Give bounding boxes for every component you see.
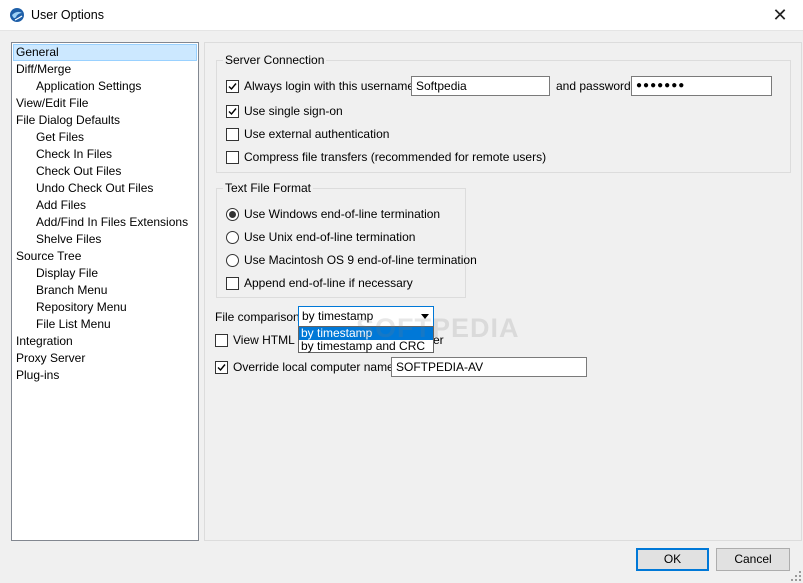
dropdown-option[interactable]: by timestamp and CRC (299, 340, 433, 353)
nav-item[interactable]: Diff/Merge (16, 61, 71, 78)
nav-item[interactable]: Check In Files (36, 146, 112, 163)
mac-eol-label: Use Macintosh OS 9 end-of-line terminati… (244, 253, 477, 267)
nav-item[interactable]: Shelve Files (36, 231, 101, 248)
nav-item[interactable]: Display File (36, 265, 98, 282)
single-signon-label: Use single sign-on (244, 104, 343, 118)
nav-item[interactable]: Repository Menu (36, 299, 127, 316)
text-file-format-group: Text File Format Use Windows end-of-line… (216, 180, 477, 298)
checkmark-icon (217, 364, 226, 372)
nav-item[interactable]: Check Out Files (36, 163, 121, 180)
nav-item[interactable]: Add/Find In Files Extensions (36, 214, 188, 231)
always-login-checkbox[interactable] (226, 80, 239, 93)
unix-eol-label: Use Unix end-of-line termination (244, 230, 416, 244)
ok-button[interactable]: OK (636, 548, 709, 571)
compress-transfers-label: Compress file transfers (recommended for… (244, 150, 547, 164)
windows-eol-radio[interactable] (226, 208, 239, 221)
nav-item[interactable]: Add Files (36, 197, 86, 214)
nav-item[interactable]: Undo Check Out Files (36, 180, 153, 197)
server-connection-title: Server Connection (223, 52, 327, 68)
close-icon: ✕ (772, 4, 788, 26)
file-comparison-dropdown[interactable]: by timestamp by timestamp and CRC (298, 326, 434, 353)
override-name-label: Override local computer name: (233, 360, 398, 374)
compress-transfers-checkbox[interactable] (226, 151, 239, 164)
nav-item[interactable]: Integration (16, 333, 73, 350)
server-connection-group: Server Connection Always login with this… (216, 52, 791, 173)
nav-item[interactable]: File List Menu (36, 316, 111, 333)
nav-item[interactable]: Application Settings (36, 78, 141, 95)
nav-item[interactable]: File Dialog Defaults (16, 112, 120, 129)
mac-eol-radio[interactable] (226, 254, 239, 267)
append-eol-checkbox[interactable] (226, 277, 239, 290)
checkmark-icon (228, 83, 237, 91)
override-name-checkbox[interactable] (215, 361, 228, 374)
nav-item[interactable]: Get Files (36, 129, 84, 146)
username-field[interactable]: Softpedia (411, 76, 550, 96)
resize-grip-icon[interactable] (791, 571, 801, 581)
file-comparison-selected: by timestamp (302, 309, 374, 323)
cancel-button[interactable]: Cancel (716, 548, 790, 571)
close-button[interactable]: ✕ (757, 0, 803, 31)
file-comparison-label: File comparison: (215, 310, 304, 324)
window-title: User Options (31, 8, 104, 22)
external-auth-label: Use external authentication (244, 127, 390, 141)
nav-item[interactable]: Source Tree (16, 248, 81, 265)
append-eol-label: Append end-of-line if necessary (244, 276, 413, 290)
chevron-down-icon (421, 314, 429, 319)
text-file-format-title: Text File Format (223, 180, 314, 196)
password-field[interactable]: ●●●●●●● (631, 76, 772, 96)
always-login-label: Always login with this username: (244, 79, 418, 93)
unix-eol-radio[interactable] (226, 231, 239, 244)
general-options-panel: Server Connection Always login with this… (204, 42, 802, 541)
nav-item[interactable]: Plug-ins (16, 367, 59, 384)
nav-item[interactable]: General (13, 44, 197, 61)
windows-eol-label: Use Windows end-of-line termination (244, 207, 441, 221)
single-signon-checkbox[interactable] (226, 105, 239, 118)
checkmark-icon (228, 108, 237, 116)
nav-item[interactable]: View/Edit File (16, 95, 88, 112)
computer-name-field[interactable]: SOFTPEDIA-AV (391, 357, 587, 377)
password-label: and password: (556, 79, 635, 93)
app-globe-icon (10, 8, 24, 22)
view-html-label-end: er (433, 333, 444, 347)
title-bar: User Options ✕ (0, 0, 803, 31)
nav-item[interactable]: Branch Menu (36, 282, 107, 299)
file-comparison-select[interactable]: by timestamp (298, 306, 434, 327)
options-category-tree[interactable]: General Diff/Merge Application Settings Vie… (11, 42, 199, 541)
radio-selected-dot (229, 211, 236, 218)
nav-item[interactable]: Proxy Server (16, 350, 85, 367)
external-auth-checkbox[interactable] (226, 128, 239, 141)
view-html-checkbox[interactable] (215, 334, 228, 347)
